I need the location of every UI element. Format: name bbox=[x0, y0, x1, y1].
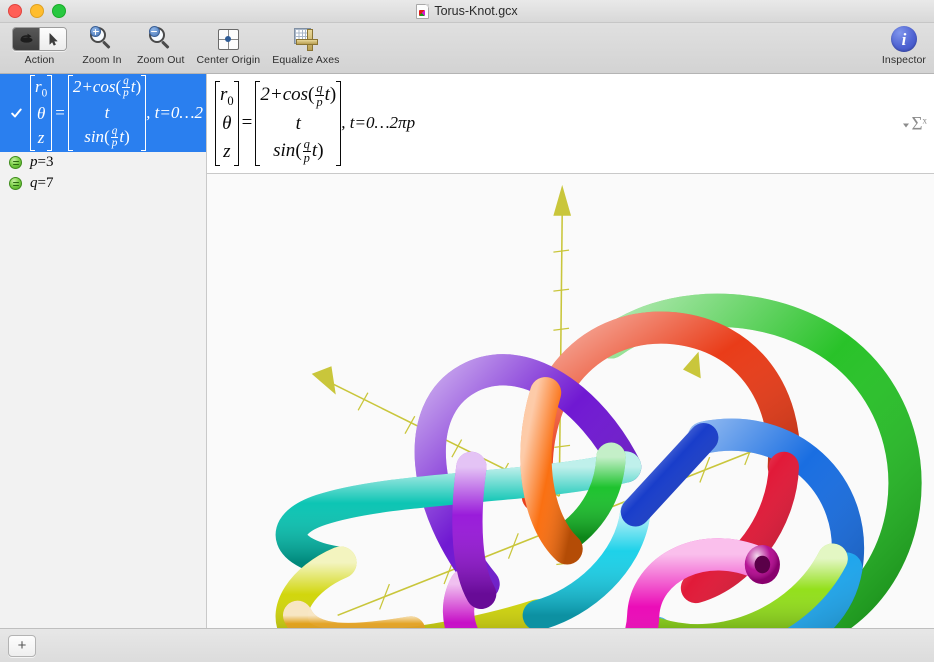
sidebar-empty-area[interactable] bbox=[0, 194, 206, 628]
green-equals-badge-icon bbox=[9, 156, 22, 169]
window-controls bbox=[8, 4, 66, 18]
formula-equals-sign: = bbox=[241, 112, 253, 134]
toolbar-label-equalize-axes: Equalize Axes bbox=[272, 54, 340, 66]
center-origin-icon bbox=[217, 28, 239, 50]
equation-enabled-checkbox[interactable] bbox=[8, 105, 24, 121]
knot-strand-purple-front bbox=[452, 451, 497, 609]
select-tool-icon[interactable] bbox=[40, 28, 66, 50]
sigma-glyph: Σ bbox=[911, 113, 923, 134]
info-circle-icon[interactable]: i bbox=[890, 26, 917, 52]
window-title-group: Torus-Knot.gcx bbox=[0, 0, 934, 22]
x-axis-arrowhead bbox=[682, 351, 701, 379]
torus-knot-render[interactable] bbox=[207, 174, 934, 628]
knot-strand-endcap bbox=[744, 545, 780, 585]
variable-q-text: q=7 bbox=[30, 175, 54, 191]
toolbar-item-zoom-out[interactable]: Zoom Out bbox=[131, 23, 190, 66]
equalize-axes-icon bbox=[293, 27, 318, 51]
application-window: Torus-Knot.gcx Action Zoom In Zoom Out C… bbox=[0, 0, 934, 662]
toolbar-item-inspector[interactable]: i Inspector bbox=[882, 23, 926, 66]
magnifier-minus-icon bbox=[148, 26, 174, 51]
3d-graph-view[interactable] bbox=[207, 174, 934, 628]
add-equation-button[interactable]: + bbox=[8, 634, 36, 657]
toolbar-label-center-origin: Center Origin bbox=[196, 54, 261, 66]
toolbar-label-inspector: Inspector bbox=[881, 54, 926, 66]
formula-math[interactable]: r0 θ z = 2+cos(q p t) t sin(q p t) , t… bbox=[215, 81, 416, 166]
sigma-palette-icon[interactable]: Σ x bbox=[903, 114, 928, 133]
knot-tube-group bbox=[275, 293, 922, 628]
formula-rhs-vector: 2+cos(q p t) t sin(q p t) bbox=[255, 81, 342, 166]
toolbar: Action Zoom In Zoom Out Center Origin Eq… bbox=[0, 23, 934, 74]
bottom-bar: + bbox=[0, 628, 934, 662]
formula-editor[interactable]: r0 θ z = 2+cos(q p t) t sin(q p t) , t… bbox=[207, 74, 934, 174]
sidebar-domain-text: , t=0…2 bbox=[146, 103, 203, 122]
toolbar-item-center-origin[interactable]: Center Origin bbox=[190, 23, 266, 66]
toolbar-item-zoom-in[interactable]: Zoom In bbox=[73, 23, 131, 66]
toolbar-label-action: Action bbox=[24, 54, 55, 66]
toolbar-label-zoom-out: Zoom Out bbox=[137, 54, 185, 66]
y-axis-arrowhead bbox=[311, 366, 336, 395]
title-bar: Torus-Knot.gcx bbox=[0, 0, 934, 23]
toolbar-item-action[interactable]: Action bbox=[6, 23, 73, 66]
variable-p-text: p=3 bbox=[30, 154, 54, 170]
rotate-tool-icon[interactable] bbox=[13, 28, 39, 50]
minimize-button[interactable] bbox=[30, 4, 44, 18]
sidebar-variable-row-q[interactable]: q=7 bbox=[0, 173, 206, 194]
sidebar-equals-sign: = bbox=[55, 103, 65, 122]
z-axis-arrowhead bbox=[553, 184, 572, 216]
formula-lhs-vector: r0 θ z bbox=[215, 81, 239, 166]
magnifier-plus-icon bbox=[89, 26, 115, 51]
main-body: r0 θ z = 2+cos(q p t) t sin(q p t) , t… bbox=[0, 74, 934, 628]
toolbar-label-zoom-in: Zoom In bbox=[82, 54, 122, 66]
sidebar-variable-row-p[interactable]: p=3 bbox=[0, 152, 206, 173]
sidebar-lhs-vector: r0 θ z bbox=[30, 75, 53, 151]
sidebar-rhs-vector: 2+cos(q p t) t sin(q p t) bbox=[67, 75, 147, 152]
content-pane: r0 θ z = 2+cos(q p t) t sin(q p t) , t… bbox=[207, 74, 934, 628]
chevron-down-icon bbox=[903, 123, 910, 128]
knot-strand-yellow-left bbox=[275, 546, 554, 628]
sidebar-equation-row[interactable]: r0 θ z = 2+cos(q p t) t sin(q p t) , t… bbox=[0, 74, 206, 152]
close-button[interactable] bbox=[8, 4, 22, 18]
zoom-button[interactable] bbox=[52, 4, 66, 18]
toolbar-item-equalize-axes[interactable]: Equalize Axes bbox=[266, 23, 345, 66]
formula-domain-text: , t=0…2πp bbox=[341, 113, 416, 133]
toolbar-items: Action Zoom In Zoom Out Center Origin Eq… bbox=[0, 23, 346, 66]
sidebar: r0 θ z = 2+cos(q p t) t sin(q p t) , t… bbox=[0, 74, 207, 628]
info-glyph: i bbox=[901, 29, 907, 49]
graphing-document-icon bbox=[416, 3, 430, 19]
window-title: Torus-Knot.gcx bbox=[434, 4, 518, 18]
green-equals-badge-icon bbox=[9, 177, 22, 190]
sidebar-equation-math: r0 θ z = 2+cos(q p t) t sin(q p t) , t… bbox=[30, 75, 203, 152]
action-segmented-control[interactable] bbox=[12, 26, 67, 52]
sigma-superscript: x bbox=[922, 115, 928, 125]
